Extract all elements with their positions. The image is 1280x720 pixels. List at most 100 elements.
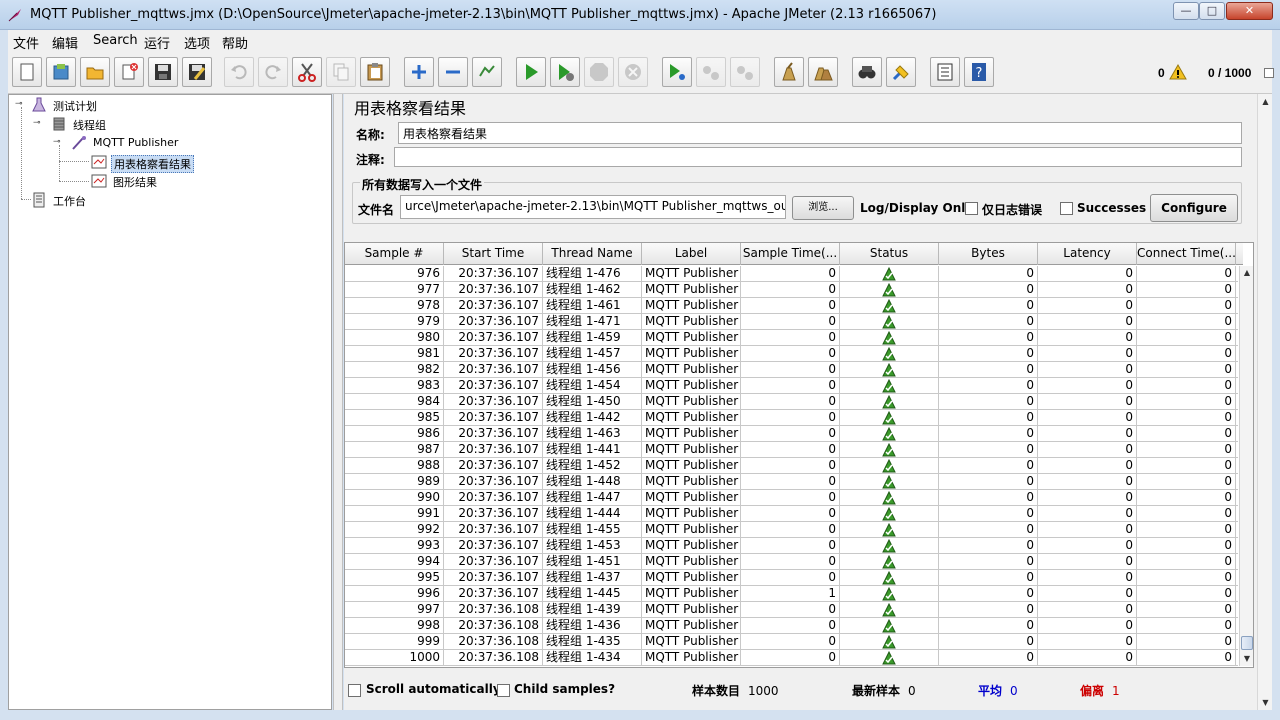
paste-button[interactable]	[360, 57, 390, 87]
cut-button[interactable]	[292, 57, 322, 87]
test-plan-tree: ⊸ ⊸ ⊸ 测试计划 线程组 MQTT Publisher 用表格察看结果 图形…	[8, 94, 332, 710]
configure-button[interactable]: Configure	[1150, 194, 1238, 222]
scroll-automatically-checkbox[interactable]	[348, 684, 361, 697]
split-pane-divider[interactable]	[333, 94, 343, 710]
help-button[interactable]: ?	[964, 57, 994, 87]
start-button[interactable]	[516, 57, 546, 87]
scroll-down-arrow[interactable]: ▼	[1240, 652, 1254, 666]
expand-all-button[interactable]	[404, 57, 434, 87]
table-row[interactable]: 999 20:37:36.108 线程组 1-435 MQTT Publisher 0 0…	[345, 634, 1238, 650]
undo-button[interactable]	[224, 57, 254, 87]
remote-shutdown-all-button[interactable]	[730, 57, 760, 87]
column-header-connect-time[interactable]: Connect Time(...	[1137, 243, 1236, 265]
search-button[interactable]	[852, 57, 882, 87]
comment-field[interactable]	[394, 147, 1242, 167]
filename-field[interactable]: urce\Jmeter\apache-jmeter-2.13\bin\MQTT …	[400, 195, 786, 219]
column-header-label[interactable]: Label	[642, 243, 741, 265]
scroll-thumb[interactable]	[1241, 636, 1253, 650]
column-header-sample-time[interactable]: Sample Time(...	[741, 243, 840, 265]
shutdown-icon	[625, 64, 641, 80]
table-row[interactable]: 994 20:37:36.107 线程组 1-451 MQTT Publisher 0 0…	[345, 554, 1238, 570]
table-row[interactable]: 993 20:37:36.107 线程组 1-453 MQTT Publisher 0 0…	[345, 538, 1238, 554]
templates-button[interactable]	[46, 57, 76, 87]
workbench-icon	[33, 192, 45, 208]
table-row[interactable]: 980 20:37:36.107 线程组 1-459 MQTT Publisher 0 0…	[345, 330, 1238, 346]
table-row[interactable]: 989 20:37:36.107 线程组 1-448 MQTT Publisher 0 0…	[345, 474, 1238, 490]
column-header-sample[interactable]: Sample #	[345, 243, 444, 265]
tree-toggle-mqtt-publisher[interactable]: ⊸	[53, 137, 61, 147]
column-header-bytes[interactable]: Bytes	[939, 243, 1038, 265]
browse-button[interactable]: 浏览...	[792, 196, 854, 220]
table-row[interactable]: 996 20:37:36.107 线程组 1-445 MQTT Publisher 1 0…	[345, 586, 1238, 602]
save-as-button[interactable]	[182, 57, 212, 87]
table-scrollbar[interactable]: ▲ ▼	[1239, 266, 1253, 666]
maximize-button[interactable]: □	[1199, 2, 1225, 20]
table-row[interactable]: 985 20:37:36.107 线程组 1-442 MQTT Publisher 0 0…	[345, 410, 1238, 426]
cell-status	[840, 346, 939, 362]
remote-start-all-button[interactable]	[662, 57, 692, 87]
column-header-latency[interactable]: Latency	[1038, 243, 1137, 265]
minimize-button[interactable]: —	[1173, 2, 1199, 20]
table-row[interactable]: 979 20:37:36.107 线程组 1-471 MQTT Publisher 0 0…	[345, 314, 1238, 330]
panel-scrollbar[interactable]: ▲ ▼	[1257, 94, 1272, 710]
table-row[interactable]: 977 20:37:36.107 线程组 1-462 MQTT Publisher 0 0…	[345, 282, 1238, 298]
function-helper-button[interactable]	[930, 57, 960, 87]
menu-help[interactable]: 帮助	[222, 33, 248, 52]
table-row[interactable]: 983 20:37:36.107 线程组 1-454 MQTT Publisher 0 0…	[345, 378, 1238, 394]
new-button[interactable]	[12, 57, 42, 87]
successes-checkbox[interactable]	[1060, 202, 1073, 215]
table-row[interactable]: 978 20:37:36.107 线程组 1-461 MQTT Publisher 0 0…	[345, 298, 1238, 314]
table-row[interactable]: 981 20:37:36.107 线程组 1-457 MQTT Publisher 0 0…	[345, 346, 1238, 362]
remote-stop-all-button[interactable]	[696, 57, 726, 87]
tree-toggle-test-plan[interactable]: ⊸	[15, 99, 23, 109]
menu-edit[interactable]: 编辑	[52, 33, 78, 52]
column-header-thread-name[interactable]: Thread Name	[543, 243, 642, 265]
menu-search[interactable]: Search	[93, 33, 138, 48]
collapse-all-button[interactable]	[438, 57, 468, 87]
save-button[interactable]	[148, 57, 178, 87]
child-samples-checkbox[interactable]	[497, 684, 510, 697]
close-file-button[interactable]	[114, 57, 144, 87]
menu-file[interactable]: 文件	[13, 33, 39, 52]
results-table: Sample # Start Time Thread Name Label Sa…	[344, 242, 1254, 668]
table-row[interactable]: 997 20:37:36.108 线程组 1-439 MQTT Publisher 0 0…	[345, 602, 1238, 618]
table-row[interactable]: 988 20:37:36.107 线程组 1-452 MQTT Publisher 0 0…	[345, 458, 1238, 474]
name-field[interactable]: 用表格察看结果	[398, 122, 1242, 144]
table-row[interactable]: 1000 20:37:36.108 线程组 1-434 MQTT Publisher 0…	[345, 650, 1238, 666]
table-row[interactable]: 984 20:37:36.107 线程组 1-450 MQTT Publisher 0 0…	[345, 394, 1238, 410]
copy-button[interactable]	[326, 57, 356, 87]
menu-run[interactable]: 运行	[144, 33, 170, 52]
tree-toggle-thread-group[interactable]: ⊸	[33, 118, 41, 128]
close-window-button[interactable]: ✕	[1226, 2, 1273, 20]
cell-thread-name: 线程组 1-476	[543, 266, 642, 282]
panel-scroll-down-arrow[interactable]: ▼	[1258, 695, 1273, 710]
panel-scroll-up-arrow[interactable]: ▲	[1258, 94, 1273, 109]
table-row[interactable]: 992 20:37:36.107 线程组 1-455 MQTT Publisher 0 0…	[345, 522, 1238, 538]
clear-button[interactable]	[774, 57, 804, 87]
column-header-start-time[interactable]: Start Time	[444, 243, 543, 265]
clear-all-button[interactable]	[808, 57, 838, 87]
table-row[interactable]: 976 20:37:36.107 线程组 1-476 MQTT Publisher 0 0…	[345, 266, 1238, 282]
stop-button[interactable]	[584, 57, 614, 87]
table-row[interactable]: 995 20:37:36.107 线程组 1-437 MQTT Publisher 0 0…	[345, 570, 1238, 586]
warning-icon[interactable]	[1169, 64, 1187, 80]
success-status-icon	[882, 299, 896, 313]
cell-start-time: 20:37:36.107	[444, 394, 543, 410]
table-row[interactable]: 990 20:37:36.107 线程组 1-447 MQTT Publisher 0 0…	[345, 490, 1238, 506]
scroll-up-arrow[interactable]: ▲	[1240, 266, 1254, 280]
table-row[interactable]: 987 20:37:36.107 线程组 1-441 MQTT Publisher 0 0…	[345, 442, 1238, 458]
table-row[interactable]: 991 20:37:36.107 线程组 1-444 MQTT Publisher 0 0…	[345, 506, 1238, 522]
toggle-button[interactable]	[472, 57, 502, 87]
redo-button[interactable]	[258, 57, 288, 87]
table-row[interactable]: 982 20:37:36.107 线程组 1-456 MQTT Publisher 0 0…	[345, 362, 1238, 378]
reset-search-button[interactable]	[886, 57, 916, 87]
table-row[interactable]: 998 20:37:36.108 线程组 1-436 MQTT Publisher 0 0…	[345, 618, 1238, 634]
open-button[interactable]	[80, 57, 110, 87]
start-no-pause-button[interactable]	[550, 57, 580, 87]
menu-options[interactable]: 选项	[184, 33, 210, 52]
table-row[interactable]: 986 20:37:36.107 线程组 1-463 MQTT Publisher 0 0…	[345, 426, 1238, 442]
cell-latency: 0	[1038, 394, 1137, 410]
shutdown-button[interactable]	[618, 57, 648, 87]
errors-only-checkbox[interactable]	[965, 202, 978, 215]
column-header-status[interactable]: Status	[840, 243, 939, 265]
